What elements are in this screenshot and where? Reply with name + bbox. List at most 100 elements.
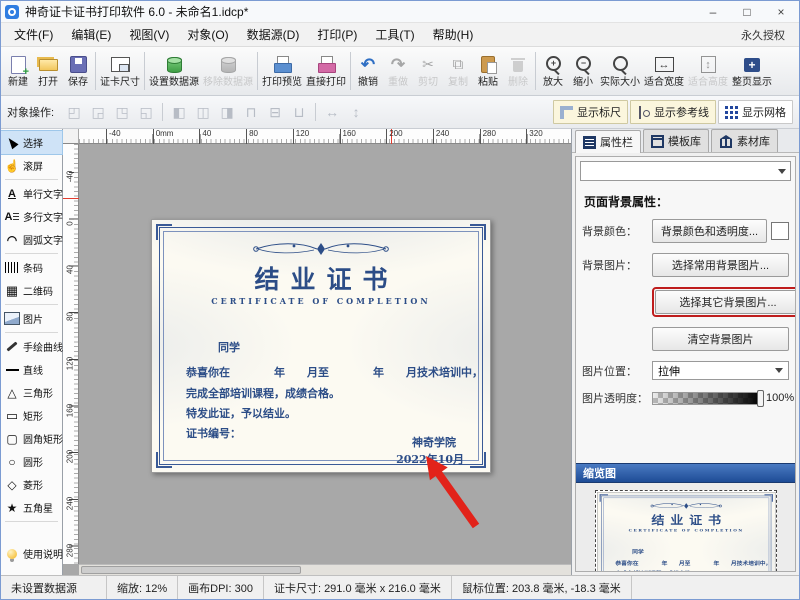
card-size-button[interactable]: 证卡尺寸: [98, 53, 142, 90]
v-ruler-label: 200: [66, 449, 75, 465]
v-ruler-label: 0: [66, 215, 75, 231]
menu-help[interactable]: 帮助(H): [424, 23, 483, 46]
zoom-in-button[interactable]: 放大: [538, 53, 568, 90]
tool-triangle[interactable]: 三角形: [1, 381, 62, 404]
tool-panel: 选择滚屏单行文字多行文字圆弧文字条码二维码图片手绘曲线直线三角形矩形圆角矩形圆形…: [1, 129, 63, 575]
toolbar-button-label: 打开: [38, 77, 58, 88]
image-opacity-label: 图片透明度：: [582, 390, 648, 406]
show-ruler-icon: [560, 106, 573, 119]
toolbar-button-label: 缩小: [573, 77, 593, 88]
tool-star[interactable]: 五角星: [1, 496, 62, 519]
toggle-label: 显示参考线: [654, 104, 709, 120]
canvas-area[interactable]: -400mm4080120160200240280320360 -4004080…: [63, 129, 571, 575]
close-button[interactable]: ×: [767, 2, 795, 22]
bg-color-opacity-button[interactable]: 背景颜色和透明度...: [652, 219, 767, 243]
minimize-button[interactable]: –: [699, 2, 727, 22]
tool-label: 圆弧文字: [23, 232, 63, 247]
help-button[interactable]: 使用说明: [1, 542, 62, 565]
tool-freehand-curve[interactable]: 手绘曲线: [1, 335, 62, 358]
tool-label: 条码: [23, 260, 43, 275]
whole-page-button[interactable]: 整页显示: [730, 53, 774, 90]
maximize-button[interactable]: □: [733, 2, 761, 22]
menu-view[interactable]: 视图(V): [120, 23, 178, 46]
license-status: 永久授权: [741, 27, 795, 43]
h-ruler-label: 40: [199, 129, 211, 144]
app-icon: [5, 5, 19, 19]
certificate-canvas-page[interactable]: 结业证书 CERTIFICATE OF COMPLETION 同学 恭喜你在 年…: [151, 219, 491, 473]
menu-print[interactable]: 打印(P): [308, 23, 366, 46]
certificate-body-line: 恭喜你在 年 月至 年 月技术培训中，: [615, 559, 771, 566]
undo-button[interactable]: 撤销: [353, 53, 383, 90]
bg-color-swatch[interactable]: [771, 222, 789, 240]
tool-select[interactable]: 选择: [1, 131, 62, 154]
save-icon: [66, 55, 90, 75]
tool-circle[interactable]: 圆形: [1, 450, 62, 473]
open-button[interactable]: 打开: [33, 53, 63, 90]
tool-rounded-rectangle[interactable]: 圆角矩形: [1, 427, 62, 450]
toolbar-separator: [315, 103, 316, 121]
tab-templates[interactable]: 模板库: [643, 129, 709, 152]
save-button[interactable]: 保存: [63, 53, 93, 90]
tool-label: 单行文字: [23, 186, 63, 201]
actual-size-button[interactable]: 实际大小: [598, 53, 642, 90]
show-guides-toggle[interactable]: 显示参考线: [630, 100, 716, 124]
toolbar-button-label: 整页显示: [732, 77, 772, 88]
title-bar: 神奇证卡证书打印软件 6.0 - 未命名1.idcp* – □ ×: [1, 1, 799, 23]
toolbar-button-label: 直接打印: [306, 77, 346, 88]
fit-width-button[interactable]: 适合宽度: [642, 53, 686, 90]
show-ruler-toggle[interactable]: 显示标尺: [553, 100, 628, 124]
object-operations-label: 对象操作:: [7, 104, 54, 120]
tab-properties[interactable]: 属性栏: [575, 130, 641, 153]
choose-other-bg-button[interactable]: 选择其它背景图片...: [655, 290, 796, 314]
menu-object[interactable]: 对象(O): [178, 23, 237, 46]
flourish-ornament-icon: [246, 241, 396, 257]
tool-single-line-text[interactable]: 单行文字: [1, 182, 62, 205]
image-icon: [4, 312, 20, 326]
tool-arc-text[interactable]: 圆弧文字: [1, 228, 62, 251]
menu-edit[interactable]: 编辑(E): [62, 23, 120, 46]
menu-datasource[interactable]: 数据源(D): [238, 23, 309, 46]
menu-file[interactable]: 文件(F): [5, 23, 62, 46]
zoom-in-icon: [541, 55, 565, 75]
menu-tools[interactable]: 工具(T): [366, 23, 423, 46]
triangle-icon: [4, 386, 20, 400]
tab-materials[interactable]: 素材库: [711, 129, 778, 152]
opacity-slider-handle[interactable]: [757, 390, 764, 407]
tool-multi-line-text[interactable]: 多行文字: [1, 205, 62, 228]
tool-barcode[interactable]: 条码: [1, 256, 62, 279]
paste-button[interactable]: 粘贴: [473, 53, 503, 90]
h-ruler-label: 80: [246, 129, 258, 144]
horizontal-scrollbar[interactable]: [79, 564, 571, 575]
new-button[interactable]: 新建: [3, 53, 33, 90]
tool-diamond[interactable]: 菱形: [1, 473, 62, 496]
tool-label: 手绘曲线: [23, 339, 63, 354]
opacity-slider[interactable]: [652, 392, 762, 405]
certificate-page[interactable]: 结业证书 CERTIFICATE OF COMPLETION 同学 恭喜你在 年…: [151, 219, 491, 473]
tool-line[interactable]: 直线: [1, 358, 62, 381]
tool-image[interactable]: 图片: [1, 307, 62, 330]
tool-label: 五角星: [23, 500, 53, 515]
arc-text-icon: [4, 233, 20, 247]
tool-label: 圆角矩形: [23, 431, 63, 446]
print-preview-button[interactable]: 打印预览: [260, 53, 304, 90]
opacity-value: 100%: [766, 392, 794, 404]
certificate-body-line: 特发此证，予以结业。: [186, 405, 296, 421]
tool-qrcode[interactable]: 二维码: [1, 279, 62, 302]
clear-bg-button[interactable]: 清空背景图片: [652, 327, 789, 351]
direct-print-button[interactable]: 直接打印: [304, 53, 348, 90]
tool-rectangle[interactable]: 矩形: [1, 404, 62, 427]
show-grid-toggle[interactable]: 显示网格: [718, 100, 793, 124]
scrollbar-thumb[interactable]: [81, 566, 301, 574]
object-selector-dropdown[interactable]: [580, 161, 791, 181]
choose-common-bg-button[interactable]: 选择常用背景图片...: [652, 253, 789, 277]
cut-icon: [416, 55, 440, 75]
set-datasource-button[interactable]: 设置数据源: [147, 53, 201, 90]
main-toolbar: 新建打开保存证卡尺寸设置数据源移除数据源打印预览直接打印撤销重做剪切复制粘贴删除…: [1, 47, 799, 96]
image-position-dropdown[interactable]: 拉伸: [652, 361, 789, 380]
tool-pan[interactable]: 滚屏: [1, 154, 62, 177]
zoom-out-button[interactable]: 缩小: [568, 53, 598, 90]
border-corner-ornament: [156, 224, 172, 240]
certificate-page[interactable]: 结业证书 CERTIFICATE OF COMPLETION 同学 恭喜你在 年…: [597, 492, 776, 572]
thumbnail-selection[interactable]: 结业证书 CERTIFICATE OF COMPLETION 同学 恭喜你在 年…: [595, 490, 777, 572]
tool-group-divider: [5, 253, 58, 254]
